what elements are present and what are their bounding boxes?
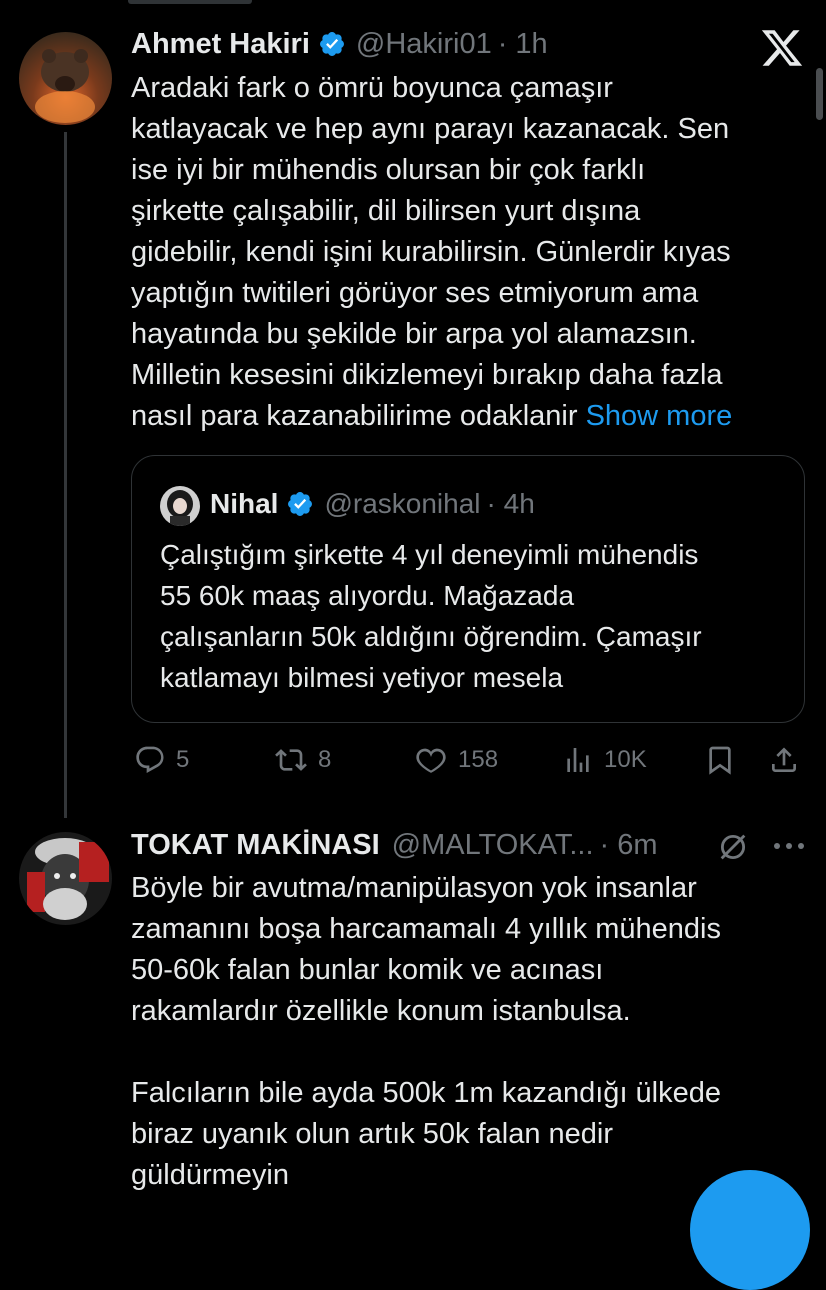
tweet-line-text: nasıl para kazanabilirime odaklanir bbox=[131, 400, 578, 432]
reply-line: Falcıların bile ayda 500k 1m kazandığı ü… bbox=[131, 1077, 722, 1109]
more-icon[interactable] bbox=[772, 836, 806, 856]
like-button[interactable]: 158 bbox=[414, 740, 498, 780]
tweet-line: gidebilir, kendi işini kurabilirsin. Gün… bbox=[131, 236, 731, 268]
bookmark-button[interactable] bbox=[704, 740, 736, 780]
retweet-count: 8 bbox=[318, 746, 332, 773]
reply-line: biraz uyanık olun artık 50k falan nedir bbox=[131, 1118, 613, 1150]
timestamp[interactable]: · 1h bbox=[498, 27, 548, 61]
bookmark-icon bbox=[709, 746, 731, 775]
views-count: 10K bbox=[604, 746, 647, 773]
reply-text: Böyle bir avutma/manipülasyon yok insanl… bbox=[131, 868, 811, 1196]
share-button[interactable] bbox=[768, 740, 800, 780]
reply-timestamp[interactable]: · 6m bbox=[600, 828, 658, 862]
action-bar: 5 8 158 10K bbox=[134, 740, 804, 780]
avatar[interactable] bbox=[19, 32, 112, 125]
compose-button[interactable] bbox=[690, 1170, 810, 1290]
avatar[interactable] bbox=[19, 832, 112, 925]
tweet-line: ise iyi bir mühendis olursan bir çok far… bbox=[131, 154, 646, 186]
like-count: 158 bbox=[458, 746, 499, 773]
verified-badge-icon bbox=[319, 32, 344, 56]
reply-line: zamanını boşa harcamamalı 4 yıllık mühen… bbox=[131, 913, 721, 945]
x-logo-icon[interactable] bbox=[760, 26, 804, 70]
top-indicator bbox=[128, 0, 252, 4]
reply-line: Böyle bir avutma/manipülasyon yok insanl… bbox=[131, 872, 697, 904]
quote-line: 55 60k maaş alıyordu. Mağazada bbox=[160, 580, 575, 611]
tweet-line: Milletin kesesini dikizlemeyi bırakıp da… bbox=[131, 359, 723, 391]
quote-author-name: Nihal bbox=[210, 488, 279, 519]
reply-line: 50-60k falan bunlar komik ve acınası bbox=[131, 954, 604, 986]
tweet-text: Aradaki fark o ömrü boyunca çamaşır katl… bbox=[131, 68, 811, 437]
share-icon bbox=[772, 747, 796, 772]
reply-author-name[interactable]: TOKAT MAKİNASI bbox=[131, 828, 380, 862]
views-icon bbox=[567, 748, 589, 772]
tweet-line: şirkette çalışabilir, dil bilirsen yurt … bbox=[131, 195, 641, 227]
reply-count: 5 bbox=[176, 746, 190, 773]
reply-author-handle[interactable]: @MALTOKAT... bbox=[392, 828, 594, 862]
tweet-line: katlayacak ve hep aynı parayı kazanacak.… bbox=[131, 113, 730, 145]
quote-line: çalışanların 50k aldığını öğrendim. Çama… bbox=[160, 621, 702, 652]
thread-connector bbox=[64, 132, 67, 818]
tweet-line: hayatında bu şekilde bir arpa yol alamaz… bbox=[131, 318, 697, 350]
reply-line: rakamlardır özellikle konum istanbulsa. bbox=[131, 995, 631, 1027]
mute-icon[interactable] bbox=[716, 830, 750, 864]
retweet-button[interactable]: 8 bbox=[274, 740, 331, 780]
reply-header: TOKAT MAKİNASI @MALTOKAT... · 6m bbox=[131, 828, 658, 862]
author-name[interactable]: Ahmet Hakiri bbox=[131, 27, 310, 61]
quote-timestamp: · 4h bbox=[486, 488, 535, 519]
quoted-tweet[interactable]: Nihal @raskonihal · 4h Çalıştığım şirket… bbox=[131, 455, 805, 723]
reply-icon bbox=[136, 746, 164, 773]
verified-badge-icon bbox=[288, 492, 313, 516]
quote-avatar bbox=[160, 486, 200, 526]
quote-author-handle: @raskonihal bbox=[324, 488, 481, 519]
tweet-line: yaptığın twitileri görüyor ses etmiyorum… bbox=[131, 277, 699, 309]
reply-line bbox=[131, 1032, 811, 1073]
tweet-line: nasıl para kazanabilirime odaklanir Show… bbox=[131, 396, 811, 437]
views-button[interactable]: 10K bbox=[562, 740, 647, 780]
scrollbar[interactable] bbox=[816, 68, 823, 120]
like-icon bbox=[416, 748, 446, 773]
quote-text: Çalıştığım şirkette 4 yıl deneyimli mühe… bbox=[160, 534, 790, 698]
quote-line: katlamayı bilmesi yetiyor mesela bbox=[160, 662, 564, 693]
reply-button[interactable]: 5 bbox=[134, 740, 189, 780]
quote-line: Çalıştığım şirkette 4 yıl deneyimli mühe… bbox=[160, 539, 699, 570]
tweet-header: Ahmet Hakiri @Hakiri01 · 1h bbox=[131, 27, 548, 61]
show-more-link[interactable]: Show more bbox=[586, 400, 733, 432]
author-handle[interactable]: @Hakiri01 bbox=[356, 27, 492, 61]
retweet-icon bbox=[275, 749, 307, 771]
tweet-line: Aradaki fark o ömrü boyunca çamaşır bbox=[131, 72, 613, 104]
quote-header: Nihal @raskonihal · 4h bbox=[210, 486, 535, 522]
